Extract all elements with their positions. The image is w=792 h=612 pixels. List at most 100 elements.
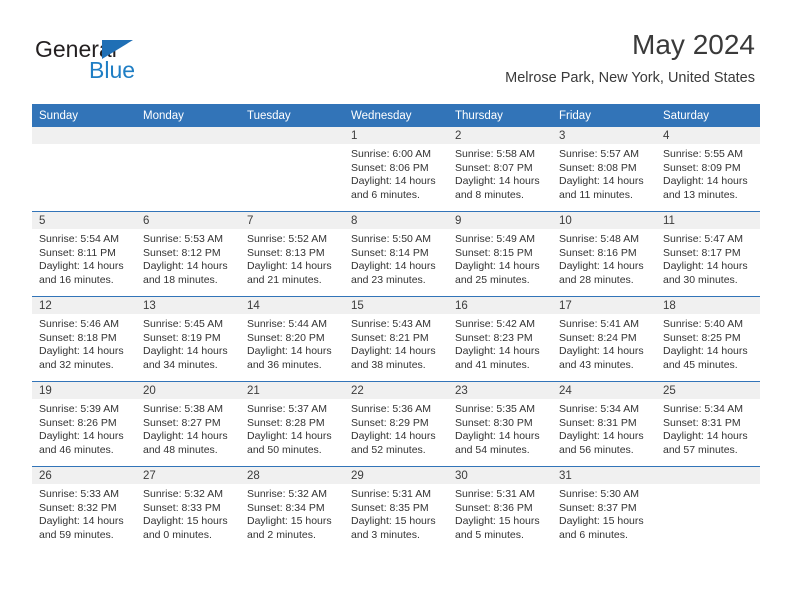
sunset-text: Sunset: 8:31 PM (559, 416, 637, 429)
day-number (656, 467, 760, 484)
sunset-text: Sunset: 8:18 PM (39, 331, 117, 344)
day-number: 13 (136, 297, 240, 314)
calendar-day-cell[interactable]: 9 Sunrise: 5:49 AM Sunset: 8:15 PM Daylight… (448, 211, 552, 297)
calendar-day-cell[interactable]: 28 Sunrise: 5:32 AM Sunset: 8:34 PM Dayligh… (240, 466, 344, 551)
calendar-day-cell[interactable]: 8 Sunrise: 5:50 AM Sunset: 8:14 PM Daylight… (344, 211, 448, 297)
calendar-day-cell[interactable]: 22 Sunrise: 5:36 AM Sunset: 8:29 PM Dayligh… (344, 381, 448, 467)
day-details: Sunrise: 5:57 AM Sunset: 8:08 PM Daylight:… (552, 144, 656, 202)
sunrise-text: Sunrise: 5:50 AM (351, 233, 431, 245)
calendar-day-cell[interactable]: 7 Sunrise: 5:52 AM Sunset: 8:13 PM Daylight… (240, 211, 344, 297)
sunset-text: Sunset: 8:36 PM (455, 501, 533, 514)
calendar-day-cell[interactable]: 25 Sunrise: 5:34 AM Sunset: 8:31 PM Dayligh… (656, 381, 760, 467)
calendar-day-cell[interactable]: 29 Sunrise: 5:31 AM Sunset: 8:35 PM Dayligh… (344, 466, 448, 551)
daylight-text-line1: Daylight: 14 hours (559, 430, 644, 443)
calendar-day-cell[interactable]: 19 Sunrise: 5:39 AM Sunset: 8:26 PM Dayligh… (32, 381, 136, 467)
calendar-day-cell[interactable]: 23 Sunrise: 5:35 AM Sunset: 8:30 PM Dayligh… (448, 381, 552, 467)
day-details: Sunrise: 5:43 AM Sunset: 8:21 PM Daylight:… (344, 314, 448, 372)
sunset-text: Sunset: 8:15 PM (455, 246, 533, 259)
daylight-text-line1: Daylight: 14 hours (39, 430, 124, 443)
calendar-day-cell[interactable]: 2 Sunrise: 5:58 AM Sunset: 8:07 PM Daylight… (448, 127, 552, 212)
title-block: May 2024 Melrose Park, New York, United … (505, 28, 755, 87)
calendar-day-cell[interactable]: 26 Sunrise: 5:33 AM Sunset: 8:32 PM Dayligh… (32, 466, 136, 551)
daylight-text-line2: and 18 minutes. (143, 273, 218, 286)
daylight-text-line2: and 16 minutes. (39, 273, 114, 286)
calendar-day-cell[interactable]: 4 Sunrise: 5:55 AM Sunset: 8:09 PM Daylight… (656, 127, 760, 212)
day-number: 26 (32, 467, 136, 484)
day-details: Sunrise: 5:58 AM Sunset: 8:07 PM Daylight:… (448, 144, 552, 202)
sunrise-text: Sunrise: 5:44 AM (247, 318, 327, 330)
daylight-text-line1: Daylight: 14 hours (663, 175, 748, 188)
sunset-text: Sunset: 8:07 PM (455, 161, 533, 174)
calendar-day-cell[interactable]: 12 Sunrise: 5:46 AM Sunset: 8:18 PM Dayligh… (32, 296, 136, 382)
calendar-day-cell[interactable]: 14 Sunrise: 5:44 AM Sunset: 8:20 PM Dayligh… (240, 296, 344, 382)
daylight-text-line2: and 50 minutes. (247, 443, 322, 456)
calendar-day-cell[interactable]: 30 Sunrise: 5:31 AM Sunset: 8:36 PM Dayligh… (448, 466, 552, 551)
daylight-text-line1: Daylight: 14 hours (559, 260, 644, 273)
daylight-text-line1: Daylight: 14 hours (247, 345, 332, 358)
daylight-text-line2: and 13 minutes. (663, 188, 738, 201)
day-number: 16 (448, 297, 552, 314)
calendar-day-cell[interactable]: 11 Sunrise: 5:47 AM Sunset: 8:17 PM Dayligh… (656, 211, 760, 297)
day-details: Sunrise: 5:31 AM Sunset: 8:36 PM Daylight:… (448, 484, 552, 542)
daylight-text-line1: Daylight: 14 hours (247, 430, 332, 443)
sunrise-text: Sunrise: 5:39 AM (39, 403, 119, 415)
calendar-day-cell[interactable]: 18 Sunrise: 5:40 AM Sunset: 8:25 PM Dayligh… (656, 296, 760, 382)
calendar-day-cell[interactable]: 13 Sunrise: 5:45 AM Sunset: 8:19 PM Dayligh… (136, 296, 240, 382)
weekday-header-tuesday: Tuesday (240, 104, 344, 127)
day-number: 5 (32, 212, 136, 229)
calendar-day-cell[interactable]: 21 Sunrise: 5:37 AM Sunset: 8:28 PM Dayligh… (240, 381, 344, 467)
day-number: 6 (136, 212, 240, 229)
daylight-text-line1: Daylight: 14 hours (455, 260, 540, 273)
calendar-day-cell-empty (240, 127, 344, 212)
daylight-text-line2: and 2 minutes. (247, 528, 316, 541)
calendar-day-cell[interactable]: 17 Sunrise: 5:41 AM Sunset: 8:24 PM Dayligh… (552, 296, 656, 382)
day-details: Sunrise: 6:00 AM Sunset: 8:06 PM Daylight:… (344, 144, 448, 202)
calendar-day-cell[interactable]: 10 Sunrise: 5:48 AM Sunset: 8:16 PM Dayligh… (552, 211, 656, 297)
sunset-text: Sunset: 8:13 PM (247, 246, 325, 259)
calendar-day-cell[interactable]: 1 Sunrise: 6:00 AM Sunset: 8:06 PM Daylight… (344, 127, 448, 212)
day-details: Sunrise: 5:46 AM Sunset: 8:18 PM Daylight:… (32, 314, 136, 372)
daylight-text-line2: and 43 minutes. (559, 358, 634, 371)
daylight-text-line1: Daylight: 14 hours (663, 260, 748, 273)
day-details: Sunrise: 5:35 AM Sunset: 8:30 PM Daylight:… (448, 399, 552, 457)
calendar-day-cell[interactable]: 15 Sunrise: 5:43 AM Sunset: 8:21 PM Dayligh… (344, 296, 448, 382)
sunrise-text: Sunrise: 5:54 AM (39, 233, 119, 245)
calendar-page: General Blue May 2024 Melrose Park, New … (0, 0, 792, 612)
day-number: 31 (552, 467, 656, 484)
daylight-text-line1: Daylight: 15 hours (351, 515, 436, 528)
day-details: Sunrise: 5:40 AM Sunset: 8:25 PM Daylight:… (656, 314, 760, 372)
daylight-text-line1: Daylight: 14 hours (39, 515, 124, 528)
day-number: 4 (656, 127, 760, 144)
calendar-day-cell[interactable]: 27 Sunrise: 5:32 AM Sunset: 8:33 PM Dayligh… (136, 466, 240, 551)
daylight-text-line1: Daylight: 14 hours (143, 430, 228, 443)
calendar-day-cell[interactable]: 6 Sunrise: 5:53 AM Sunset: 8:12 PM Daylight… (136, 211, 240, 297)
sunset-text: Sunset: 8:21 PM (351, 331, 429, 344)
calendar-day-cell[interactable]: 31 Sunrise: 5:30 AM Sunset: 8:37 PM Dayligh… (552, 466, 656, 551)
sunset-text: Sunset: 8:14 PM (351, 246, 429, 259)
sunrise-text: Sunrise: 5:30 AM (559, 488, 639, 500)
calendar-day-cell[interactable]: 16 Sunrise: 5:42 AM Sunset: 8:23 PM Dayligh… (448, 296, 552, 382)
day-details: Sunrise: 5:52 AM Sunset: 8:13 PM Daylight:… (240, 229, 344, 287)
day-number: 27 (136, 467, 240, 484)
sunrise-text: Sunrise: 5:57 AM (559, 148, 639, 160)
calendar-day-cell[interactable]: 24 Sunrise: 5:34 AM Sunset: 8:31 PM Dayligh… (552, 381, 656, 467)
weekday-header-thursday: Thursday (448, 104, 552, 127)
day-number: 10 (552, 212, 656, 229)
day-number: 12 (32, 297, 136, 314)
sunset-text: Sunset: 8:32 PM (39, 501, 117, 514)
day-number: 14 (240, 297, 344, 314)
location-subtitle: Melrose Park, New York, United States (505, 70, 755, 86)
calendar-day-cell[interactable]: 5 Sunrise: 5:54 AM Sunset: 8:11 PM Daylight… (32, 211, 136, 297)
day-details: Sunrise: 5:32 AM Sunset: 8:33 PM Daylight:… (136, 484, 240, 542)
calendar-day-cell[interactable]: 20 Sunrise: 5:38 AM Sunset: 8:27 PM Dayligh… (136, 381, 240, 467)
calendar-day-cell[interactable]: 3 Sunrise: 5:57 AM Sunset: 8:08 PM Daylight… (552, 127, 656, 212)
daylight-text-line2: and 30 minutes. (663, 273, 738, 286)
day-details: Sunrise: 5:30 AM Sunset: 8:37 PM Daylight:… (552, 484, 656, 542)
daylight-text-line2: and 5 minutes. (455, 528, 524, 541)
daylight-text-line2: and 34 minutes. (143, 358, 218, 371)
sunrise-text: Sunrise: 5:43 AM (351, 318, 431, 330)
day-details: Sunrise: 5:55 AM Sunset: 8:09 PM Daylight:… (656, 144, 760, 202)
calendar-week-row: 5 Sunrise: 5:54 AM Sunset: 8:11 PM Daylight… (32, 211, 760, 297)
general-blue-logo[interactable]: General Blue (35, 36, 235, 86)
day-details: Sunrise: 5:37 AM Sunset: 8:28 PM Daylight:… (240, 399, 344, 457)
